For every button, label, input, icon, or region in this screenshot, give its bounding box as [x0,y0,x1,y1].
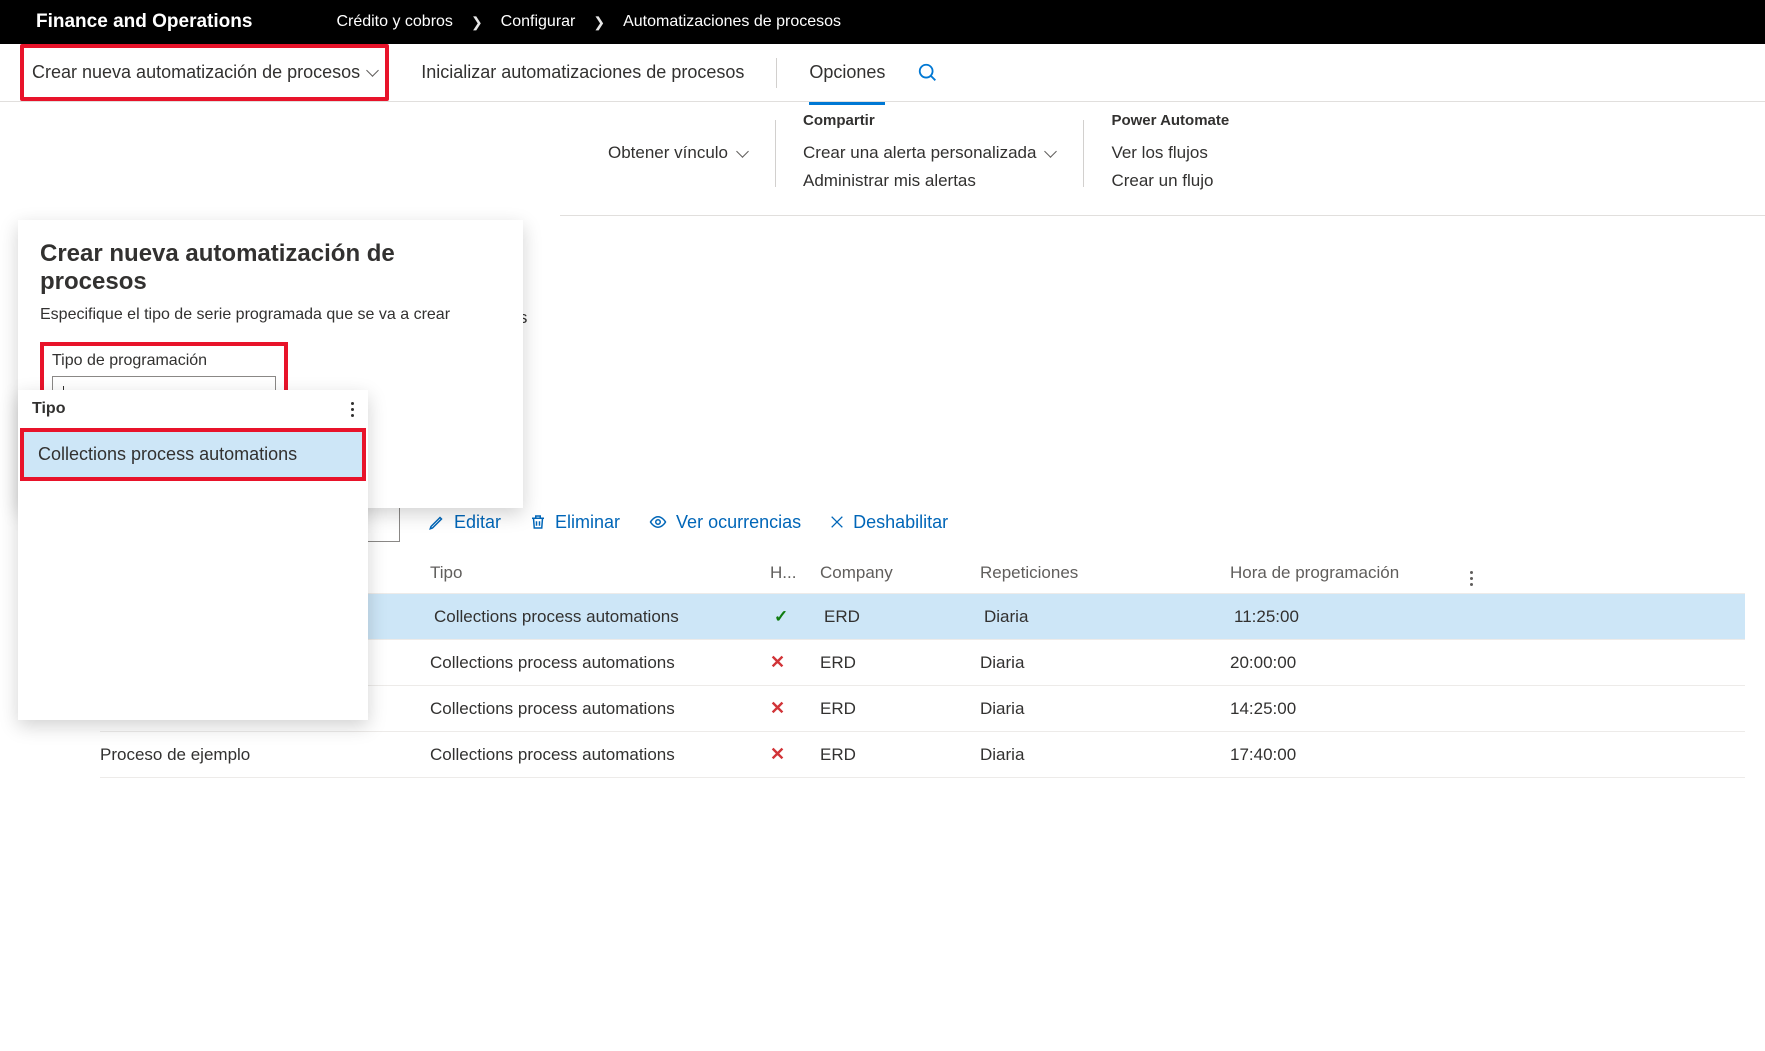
cell-tipo: Collections process automations [430,699,770,719]
create-automation-label: Crear nueva automatización de procesos [32,62,360,83]
ribbon-group-title: Compartir [803,112,1055,129]
col-header-hora[interactable]: Hora de programación [1230,563,1470,583]
eye-icon [648,513,668,531]
col-header-company[interactable]: Company [820,563,980,583]
search-icon [917,62,939,84]
x-icon [829,514,845,530]
get-link-button[interactable]: Obtener vínculo [608,139,747,167]
flyout-header: Tipo [18,390,368,428]
cell-repeticiones: Diaria [980,699,1230,719]
x-icon: ✕ [770,744,785,764]
options-ribbon: Obtener vínculo Compartir Crear una aler… [560,102,1765,216]
breadcrumb-item[interactable]: Automatizaciones de procesos [623,13,841,31]
pencil-icon [428,513,446,531]
manage-alerts-label: Administrar mis alertas [803,171,976,191]
x-icon: ✕ [770,652,785,672]
col-header-repeticiones[interactable]: Repeticiones [980,563,1230,583]
chevron-down-icon [736,145,749,158]
create-flow-button[interactable]: Crear un flujo [1111,167,1229,195]
create-alert-button[interactable]: Crear una alerta personalizada [803,139,1055,167]
ribbon-group-link: Obtener vínculo [580,112,775,195]
cell-status: ✕ [770,744,820,765]
manage-alerts-button[interactable]: Administrar mis alertas [803,167,1055,195]
delete-label: Eliminar [555,512,620,533]
trash-icon [529,513,547,531]
cell-status: ✓ [774,607,824,627]
cell-hora: 14:25:00 [1230,699,1470,719]
top-header: Finance and Operations Crédito y cobros … [0,0,1765,44]
edit-button[interactable]: Editar [428,512,501,533]
chevron-right-icon: ❯ [593,14,605,31]
options-tab[interactable]: Opciones [809,44,885,101]
col-header-more[interactable] [1470,559,1500,586]
cell-tipo: Collections process automations [430,745,770,765]
cell-repeticiones: Diaria [984,607,1234,627]
kebab-icon [1470,571,1473,586]
divider [776,58,777,88]
options-label: Opciones [809,62,885,83]
more-options-icon[interactable] [351,402,354,417]
col-header-h[interactable]: H... [770,563,820,583]
breadcrumb-item[interactable]: Configurar [501,13,576,31]
brand-title: Finance and Operations [36,11,252,33]
check-icon: ✓ [774,607,788,626]
cell-tipo: Collections process automations [434,607,774,627]
chevron-down-icon [1045,145,1058,158]
create-automation-dropdown[interactable]: Crear nueva automatización de procesos [20,44,389,101]
flyout-header-label: Tipo [32,400,65,418]
chevron-right-icon: ❯ [471,14,483,31]
schedule-type-label: Tipo de programación [52,352,276,370]
col-header-tipo[interactable]: Tipo [430,563,770,583]
create-flow-label: Crear un flujo [1111,171,1213,191]
panel-title: Crear nueva automatización de procesos [40,240,501,296]
initialize-label: Inicializar automatizaciones de procesos [421,62,744,83]
disable-button[interactable]: Deshabilitar [829,512,948,533]
ribbon-group-title [608,112,747,129]
panel-subtitle: Especifique el tipo de serie programada … [40,306,501,324]
cell-company: ERD [824,607,984,627]
search-button[interactable] [917,44,939,101]
cell-repeticiones: Diaria [980,653,1230,673]
command-bar: Crear nueva automatización de procesos I… [0,44,1765,102]
schedule-type-flyout: Tipo Collections process automations [18,390,368,720]
x-icon: ✕ [770,698,785,718]
flyout-option-highlight: Collections process automations [20,428,366,481]
cell-status: ✕ [770,698,820,719]
view-flows-label: Ver los flujos [1111,143,1207,163]
delete-button[interactable]: Eliminar [529,512,620,533]
view-occurrences-label: Ver ocurrencias [676,512,801,533]
ribbon-group-power-automate: Power Automate Ver los flujos Crear un f… [1083,112,1257,195]
view-flows-button[interactable]: Ver los flujos [1111,139,1229,167]
cell-repeticiones: Diaria [980,745,1230,765]
cell-hora: 11:25:00 [1234,607,1474,627]
cell-hora: 20:00:00 [1230,653,1470,673]
cell-company: ERD [820,699,980,719]
ribbon-group-share: Compartir Crear una alerta personalizada… [775,112,1083,195]
cell-company: ERD [820,653,980,673]
edit-label: Editar [454,512,501,533]
table-row[interactable]: Proceso de ejemploCollections process au… [100,732,1745,778]
ribbon-group-title: Power Automate [1111,112,1229,129]
chevron-down-icon [366,64,379,77]
cell-status: ✕ [770,652,820,673]
disable-label: Deshabilitar [853,512,948,533]
cell-tipo: Collections process automations [430,653,770,673]
get-link-label: Obtener vínculo [608,143,728,163]
flyout-option-collections[interactable]: Collections process automations [24,432,362,477]
initialize-automations-button[interactable]: Inicializar automatizaciones de procesos [421,44,744,101]
cell-name: Proceso de ejemplo [100,745,430,765]
breadcrumb: Crédito y cobros ❯ Configurar ❯ Automati… [336,13,841,31]
view-occurrences-button[interactable]: Ver ocurrencias [648,512,801,533]
breadcrumb-item[interactable]: Crédito y cobros [336,13,453,31]
create-alert-label: Crear una alerta personalizada [803,143,1036,163]
cell-hora: 17:40:00 [1230,745,1470,765]
cell-company: ERD [820,745,980,765]
